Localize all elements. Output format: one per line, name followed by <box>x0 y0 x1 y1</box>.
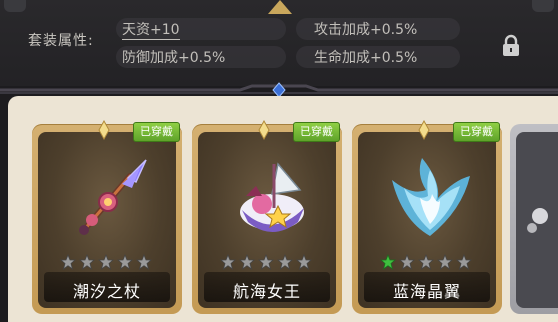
star-icon <box>437 254 453 270</box>
card-inner: 潮汐之杖 <box>38 132 176 308</box>
equipped-badge: 已穿戴 <box>133 122 180 142</box>
diamond-ornament-icon <box>258 120 270 140</box>
sea-queen-ship-icon <box>240 162 304 232</box>
star-icon <box>418 254 434 270</box>
star-icon <box>399 254 415 270</box>
corner-ornament <box>532 0 554 12</box>
item-silhouette-icon <box>527 208 548 233</box>
star-icon <box>239 254 255 270</box>
equipment-card[interactable]: 蓝海晶翼 已穿戴 <box>352 120 502 314</box>
attr-attack: 攻击加成+0.5% <box>314 22 418 38</box>
star-rating <box>380 254 480 270</box>
item-name: 航海女王 <box>232 282 301 301</box>
equipped-badge: 已穿戴 <box>453 122 500 142</box>
star-icon <box>136 254 152 270</box>
trident-staff-icon <box>79 159 147 235</box>
star-icon <box>380 254 396 270</box>
star-icon <box>456 254 472 270</box>
star-icon <box>220 254 236 270</box>
equipment-card-partial[interactable] <box>510 124 558 314</box>
crystal-wing-icon <box>392 158 470 236</box>
equipment-card[interactable]: 潮汐之杖 已穿戴 <box>32 120 182 314</box>
collapse-arrow-icon[interactable] <box>268 0 292 14</box>
star-icon <box>258 254 274 270</box>
star-icon <box>117 254 133 270</box>
star-icon <box>296 254 312 270</box>
equipment-card[interactable]: 航海女王 已穿戴 <box>192 120 342 314</box>
corner-ornament <box>4 0 26 12</box>
star-icon <box>60 254 76 270</box>
set-attributes-label: 套装属性: <box>28 33 94 49</box>
star-rating <box>220 254 320 270</box>
set-attributes-panel: 套装属性: 天资+10 攻击加成+0.5% 防御加成+0.5% 生命加成+0.5… <box>0 0 558 86</box>
item-name: 潮汐之杖 <box>72 282 141 301</box>
star-icon <box>277 254 293 270</box>
card-inner: 蓝海晶翼 <box>358 132 496 308</box>
card-inner: 航海女王 <box>198 132 336 308</box>
equipped-badge: 已穿戴 <box>293 122 340 142</box>
star-rating <box>60 254 160 270</box>
diamond-ornament-icon <box>98 120 110 140</box>
star-icon <box>79 254 95 270</box>
card-inner <box>516 132 558 308</box>
lock-icon[interactable] <box>500 34 522 58</box>
attr-hp: 生命加成+0.5% <box>314 50 418 66</box>
attr-talent[interactable]: 天资+10 <box>122 19 180 40</box>
attr-defense: 防御加成+0.5% <box>122 50 226 66</box>
diamond-ornament-icon <box>418 120 430 140</box>
star-icon <box>98 254 114 270</box>
item-name: 蓝海晶翼 <box>392 282 461 301</box>
